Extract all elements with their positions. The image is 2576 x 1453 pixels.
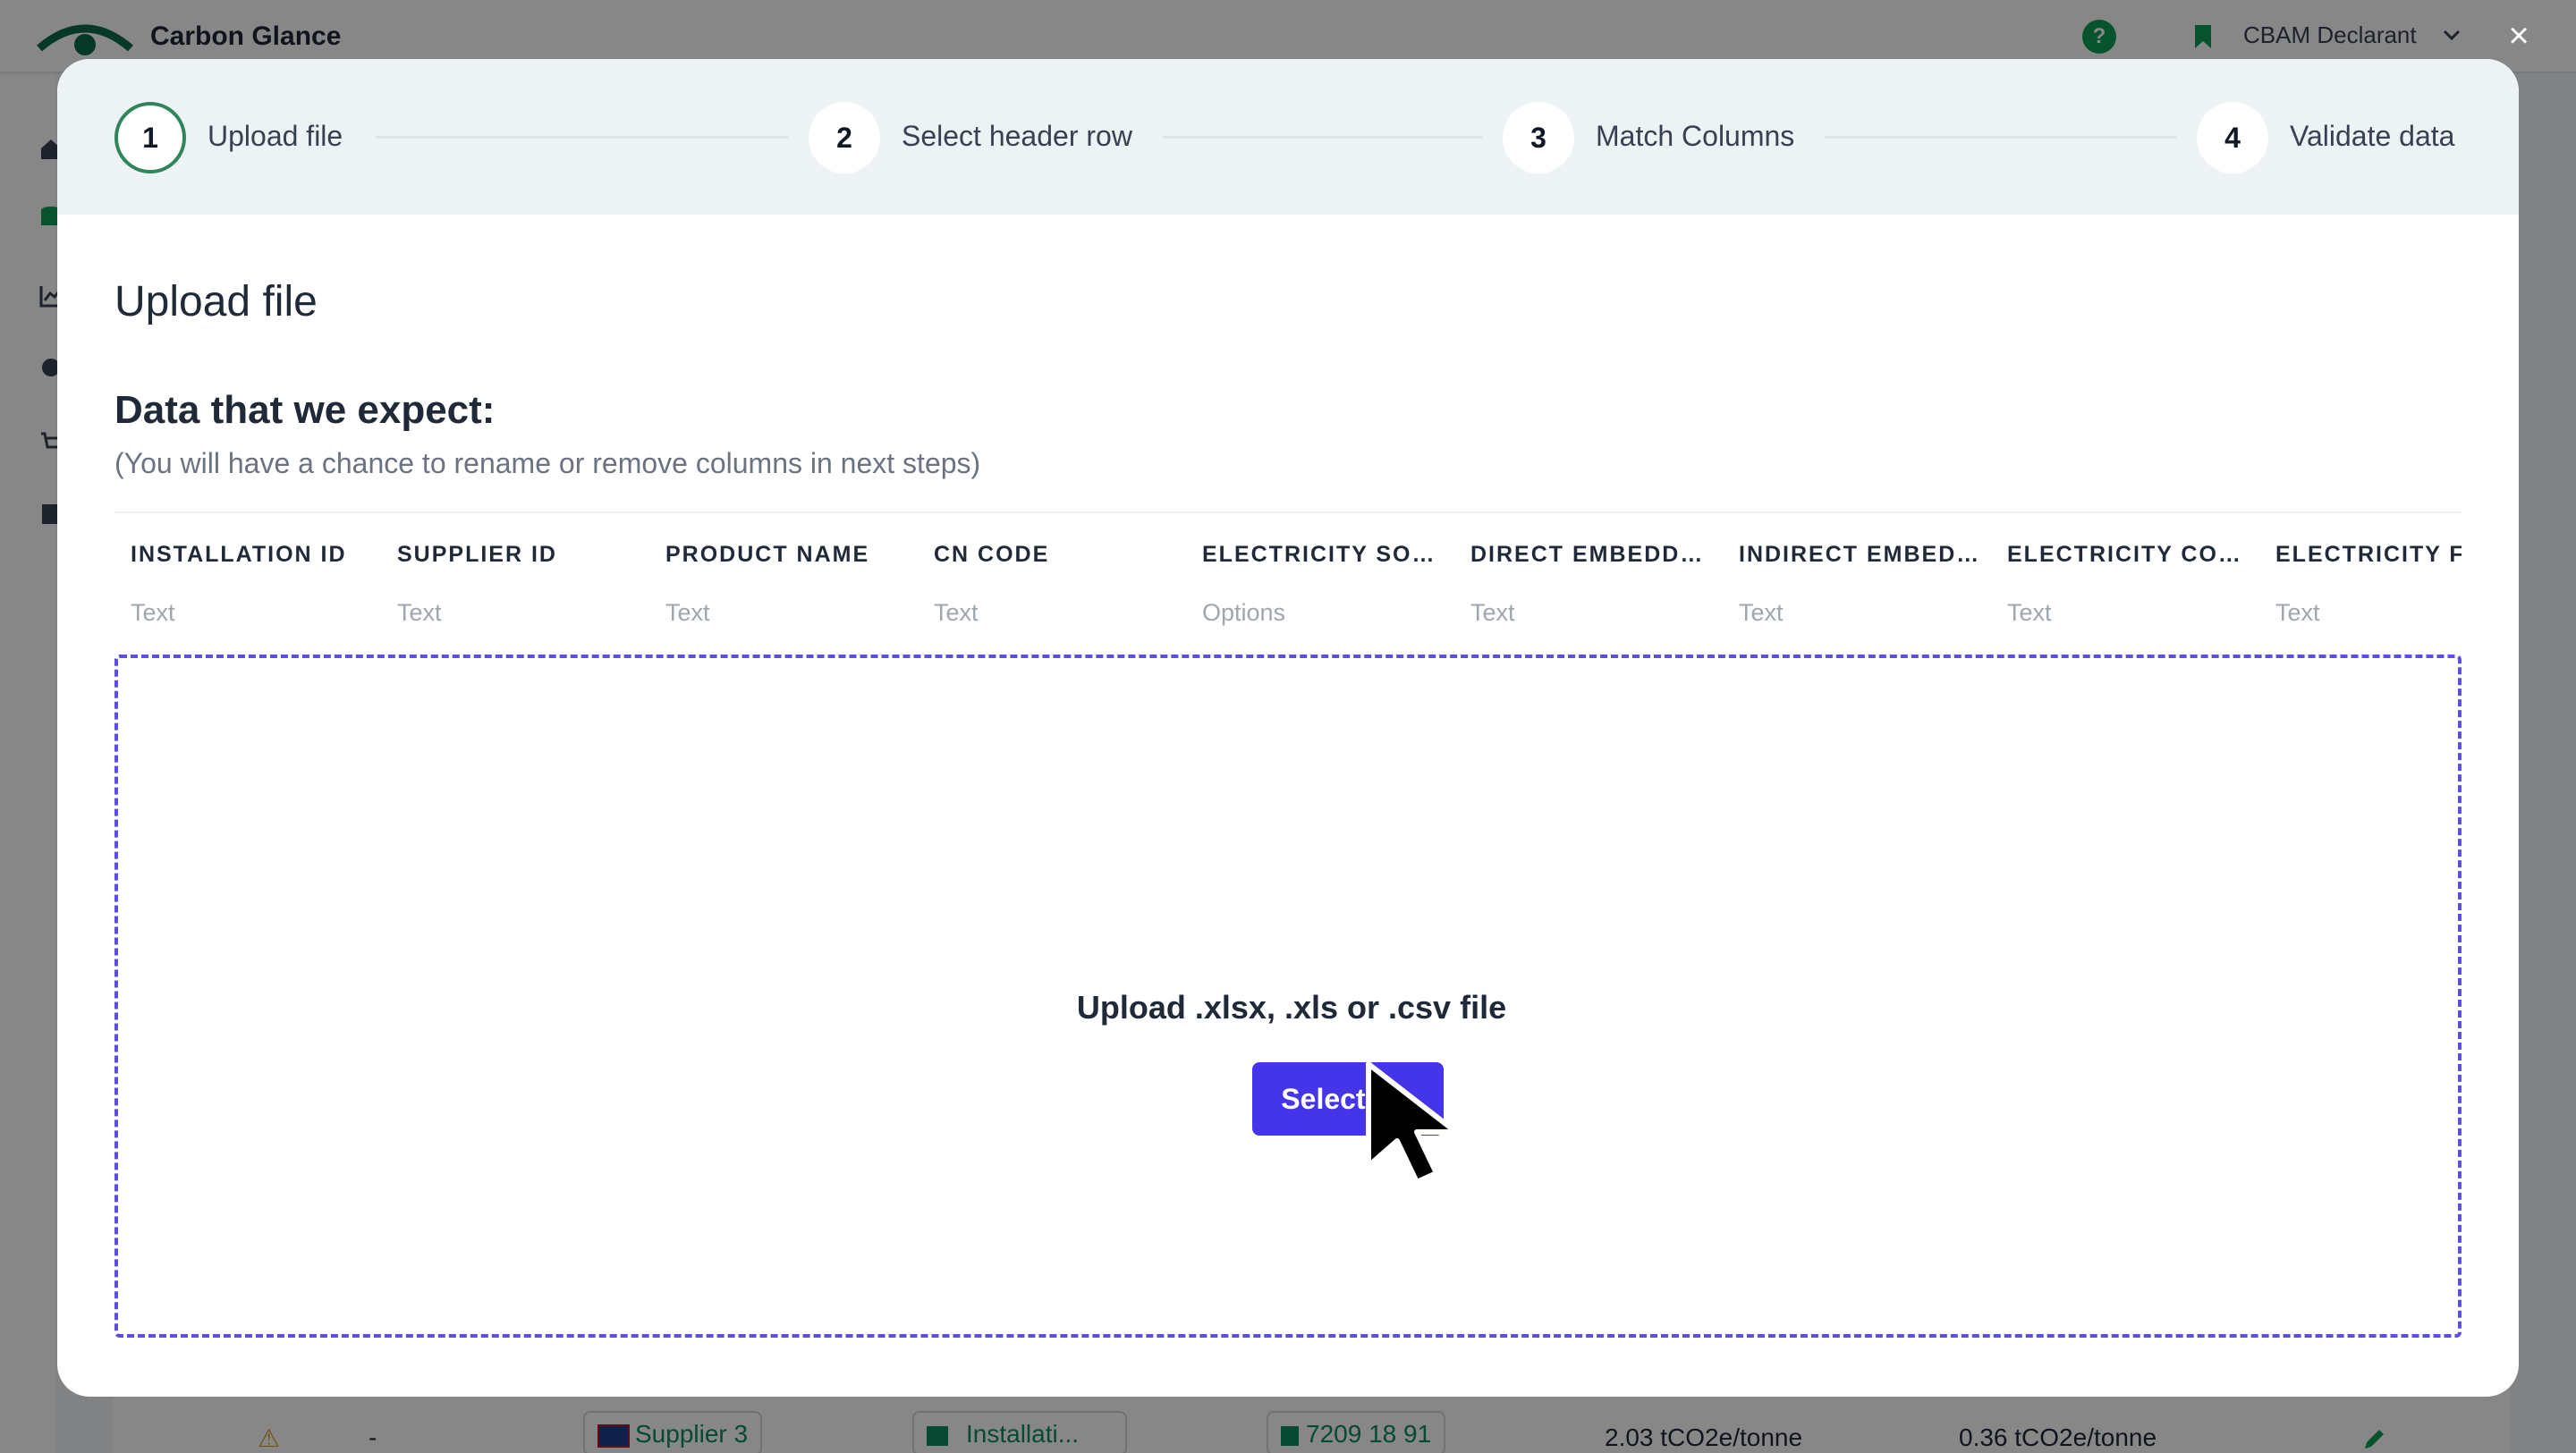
- column-type: Text: [2007, 599, 2052, 626]
- dropzone-text: Upload .xlsx, .xls or .csv file: [1076, 989, 1507, 1026]
- step-3-indicator: 3: [1503, 102, 1574, 173]
- mouse-cursor-icon: [1366, 1061, 1459, 1185]
- expected-column: INDIRECT EMBEDD... Text: [1723, 513, 1991, 628]
- column-header: CN CODE: [934, 542, 1050, 567]
- expect-subtitle: (You will have a chance to rename or rem…: [114, 447, 981, 479]
- step-connector: [1163, 136, 1483, 139]
- column-header: ELECTRICITY CON...: [2007, 542, 2249, 567]
- expected-column: SUPPLIER ID Text: [381, 513, 649, 628]
- step-connector: [1825, 136, 2177, 139]
- step-2-label: Select header row: [902, 120, 1132, 152]
- page-title: Upload file: [114, 278, 318, 325]
- column-header: INSTALLATION ID: [131, 542, 347, 567]
- expected-column: INSTALLATION ID Text: [114, 513, 383, 628]
- expect-heading: Data that we expect:: [114, 388, 496, 432]
- file-dropzone[interactable]: Upload .xlsx, .xls or .csv file Select f…: [114, 655, 2462, 1338]
- column-header: INDIRECT EMBEDD...: [1739, 542, 1980, 567]
- stepper: 1 Upload file 2 Select header row 3 Matc…: [57, 59, 2519, 215]
- column-type: Options: [1202, 599, 1286, 626]
- column-type: Text: [665, 599, 710, 626]
- step-1-label: Upload file: [208, 120, 343, 152]
- expected-columns-table: INSTALLATION ID Text SUPPLIER ID Text PR…: [114, 511, 2462, 628]
- expected-column: PRODUCT NAME Text: [649, 513, 918, 628]
- step-2-indicator: 2: [809, 102, 880, 173]
- column-type: Text: [131, 599, 175, 626]
- expected-column: CN CODE Text: [918, 513, 1186, 628]
- column-header: ELECTRICITY FA: [2275, 542, 2462, 567]
- column-type: Text: [1470, 599, 1515, 626]
- step-4-label: Validate data: [2290, 120, 2455, 152]
- step-1-indicator: 1: [114, 102, 186, 173]
- expected-column: ELECTRICITY CON... Text: [1991, 513, 2259, 628]
- column-header: ELECTRICITY SOU...: [1202, 542, 1444, 567]
- upload-modal: 1 Upload file 2 Select header row 3 Matc…: [57, 59, 2519, 1397]
- column-header: SUPPLIER ID: [397, 542, 557, 567]
- expected-column: ELECTRICITY SOU... Options: [1186, 513, 1454, 628]
- column-type: Text: [2275, 599, 2320, 626]
- step-3-label: Match Columns: [1596, 120, 1795, 152]
- column-header: PRODUCT NAME: [665, 542, 870, 567]
- expected-column: DIRECT EMBEDDE... Text: [1454, 513, 1723, 628]
- column-header: DIRECT EMBEDDE...: [1470, 542, 1712, 567]
- step-connector: [376, 136, 789, 139]
- expected-column: ELECTRICITY FA Text: [2259, 513, 2462, 628]
- column-type: Text: [1739, 599, 1784, 626]
- column-type: Text: [934, 599, 979, 626]
- step-4-indicator: 4: [2197, 102, 2268, 173]
- column-type: Text: [397, 599, 442, 626]
- close-icon[interactable]: ×: [2501, 18, 2537, 54]
